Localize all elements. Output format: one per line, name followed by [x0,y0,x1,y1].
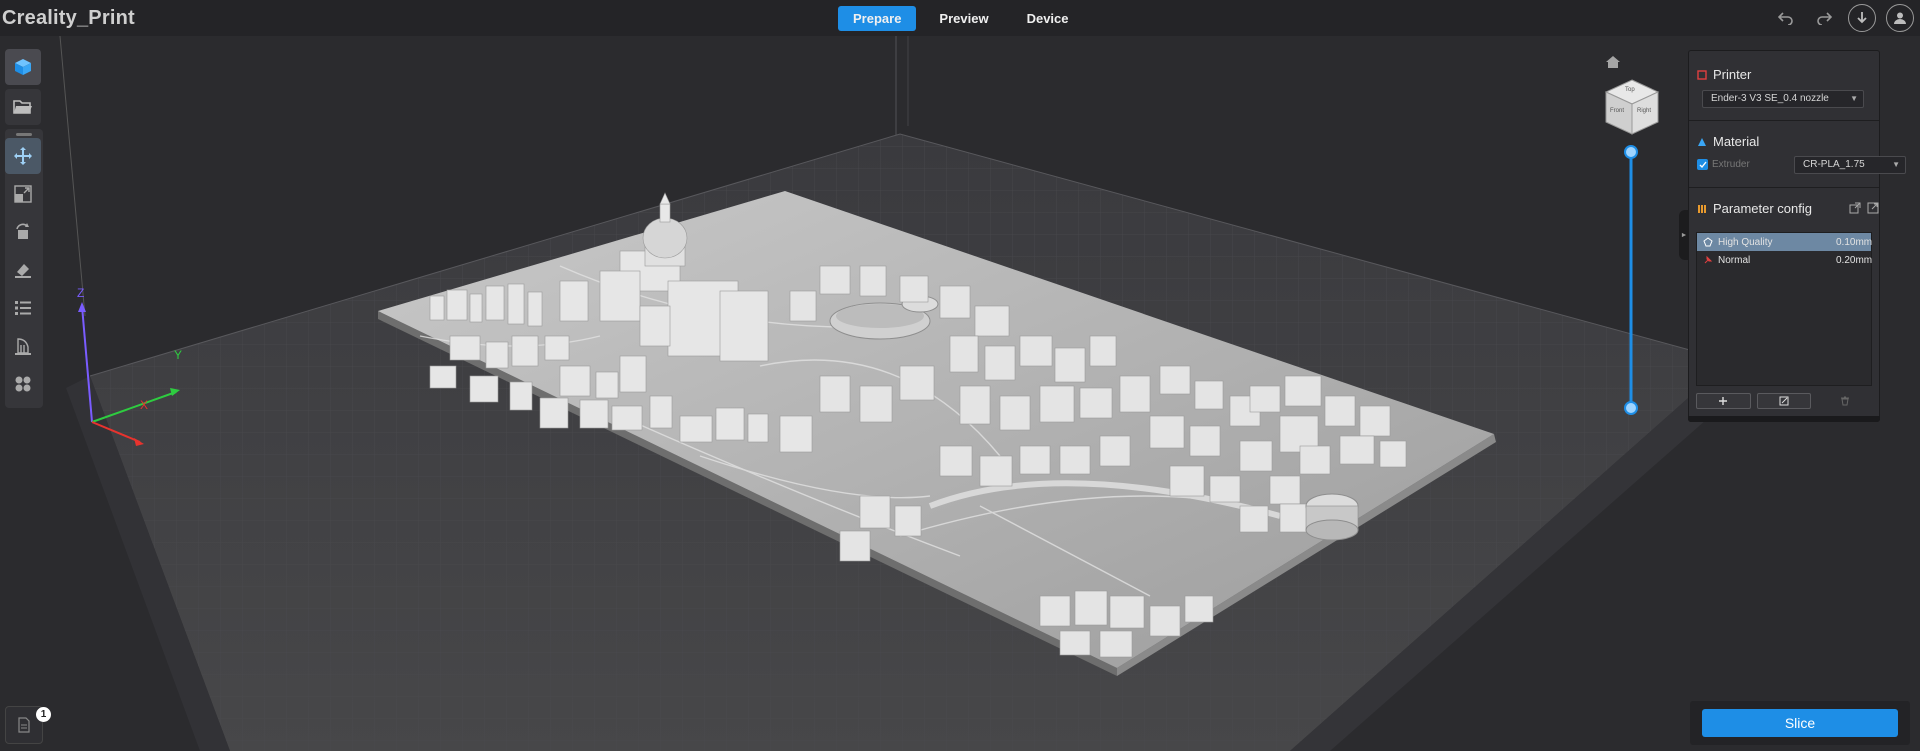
download-icon[interactable] [1848,4,1876,32]
export-icon [1867,202,1879,214]
trash-icon [1840,396,1849,406]
extruder-row: Extruder [1697,159,1750,170]
redo-icon[interactable] [1810,4,1838,32]
profile-layer-height: 0.20mm [1836,254,1873,266]
axis-y-label: Y [174,348,183,362]
move-icon [14,147,32,165]
toolbar-handle[interactable] [16,133,32,136]
add-model-button[interactable] [5,49,41,85]
axis-x-label: X [140,398,149,412]
scale-tool[interactable] [5,176,41,212]
edit-icon [1779,396,1789,406]
export-profile-button[interactable] [1867,201,1879,219]
panel-resize-bar[interactable] [1688,416,1880,422]
edit-profile-button[interactable] [1756,393,1812,409]
settings-panel: Printer Ender-3 V3 SE_0.4 nozzle ▼ Mater… [1688,50,1906,422]
rotate-icon [16,223,29,239]
add-profile-button[interactable] [1696,393,1751,409]
open-file-icon [13,100,32,114]
slice-button[interactable]: Slice [1702,709,1898,737]
tab-prepare[interactable]: Prepare [838,6,917,31]
support-tool[interactable] [5,328,41,364]
material-section: Material [1689,134,1879,149]
cube-front-label: Front [1610,108,1625,114]
extruder-label: Extruder [1712,159,1750,170]
cube-right-label: Right [1637,108,1652,114]
user-icon[interactable] [1886,4,1914,32]
printer-selected: Ender-3 V3 SE_0.4 nozzle [1711,93,1829,104]
tab-preview[interactable]: Preview [924,6,1003,31]
printer-section: Printer [1689,67,1879,82]
arrange-tool[interactable] [5,366,41,402]
delete-profile-button[interactable] [1817,393,1872,409]
app-title: Creality_Print [2,7,135,29]
import-profile-button[interactable] [1849,201,1861,219]
top-bar: Creality_Print Prepare Preview Device [0,0,1920,36]
paint-icon [15,264,31,278]
printer-select[interactable]: Ender-3 V3 SE_0.4 nozzle ▼ [1702,90,1864,108]
scale-icon [14,185,32,203]
check-icon [1699,161,1707,168]
mode-tabs: Prepare Preview Device [838,6,1084,31]
tab-device[interactable]: Device [1012,6,1084,31]
object-list-tool[interactable] [5,290,41,326]
profile-layer-height: 0.10mm [1836,236,1873,248]
home-icon [1606,56,1620,68]
edit-tools [5,129,43,408]
add-model-icon [15,59,31,75]
arrange-icon [15,376,31,392]
parameter-title: Parameter config [1713,201,1812,216]
home-view-button[interactable] [1605,55,1621,74]
profile-name: Normal [1718,254,1751,266]
plus-icon [1719,397,1728,405]
view-cube[interactable]: Top Front Right [1604,78,1660,141]
extruder-checkbox[interactable] [1697,159,1708,170]
left-toolbar [5,49,43,408]
profile-list: High Quality 0.10mm Normal 0.20mm [1696,232,1872,386]
axis-z-label: Z [77,286,85,300]
parameter-icon [1698,204,1706,213]
material-select[interactable]: CR-PLA_1.75 ▼ [1794,156,1906,174]
profile-row-normal[interactable]: Normal 0.20mm [1697,251,1873,269]
chevron-down-icon: ▼ [1892,160,1900,169]
pin-icon [1704,255,1713,264]
document-icon [18,717,30,733]
layer-slider[interactable] [1624,145,1638,415]
cube-top-label: Top [1625,87,1635,93]
paint-tool[interactable] [5,252,41,288]
printer-icon [1697,69,1707,80]
move-tool[interactable] [5,138,41,174]
profile-row-high-quality[interactable]: High Quality 0.10mm [1697,233,1873,251]
quality-icon [1703,237,1713,247]
open-file-button[interactable] [5,89,41,125]
undo-icon[interactable] [1772,4,1800,32]
rotate-tool[interactable] [5,214,41,250]
import-icon [1849,202,1861,214]
support-icon [15,338,31,355]
layer-slider-top-handle[interactable] [1624,145,1638,159]
printer-title: Printer [1713,67,1752,82]
layer-slider-bottom-handle[interactable] [1624,401,1638,415]
profile-name: High Quality [1718,236,1773,248]
profile-actions [1696,393,1872,409]
material-icon [1698,137,1706,146]
material-title: Material [1713,134,1760,149]
list-icon [15,301,31,315]
chevron-down-icon: ▼ [1850,94,1858,103]
object-count-badge: 1 [36,707,51,722]
top-actions [1772,4,1914,32]
material-selected: CR-PLA_1.75 [1803,159,1865,170]
